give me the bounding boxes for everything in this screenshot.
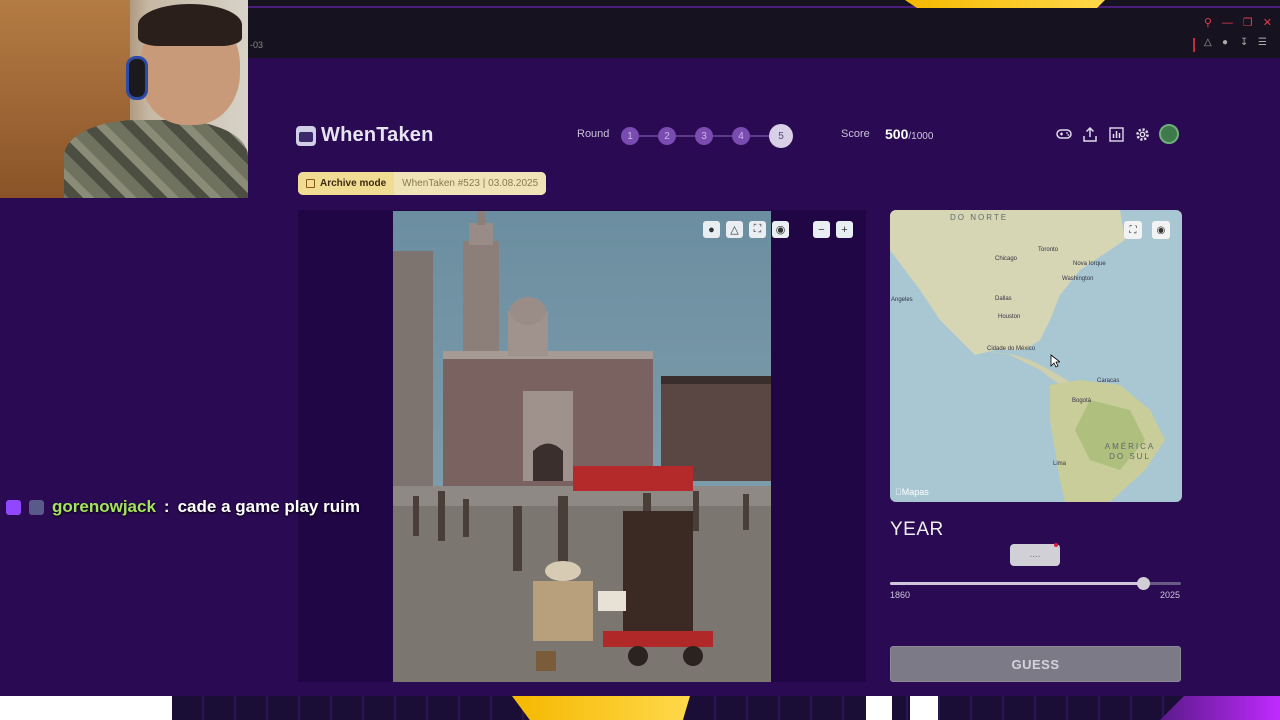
round-connector xyxy=(639,135,658,137)
guess-map[interactable]: DO NORTE Toronto Chicago Nova Iorque Was… xyxy=(890,210,1182,502)
gear-icon[interactable] xyxy=(1133,125,1151,143)
overlay-yellow-strip xyxy=(905,0,1105,8)
stream-bottom-overlay xyxy=(0,696,1280,720)
bulb-icon[interactable]: ● xyxy=(703,221,720,238)
gamepad-icon[interactable] xyxy=(1055,125,1073,143)
overlay-white-block xyxy=(910,696,938,720)
avatar[interactable] xyxy=(1159,124,1179,144)
round-dot-2[interactable]: 2 xyxy=(658,127,676,145)
map-label-dallas: Dallas xyxy=(995,296,1012,302)
twitch-badge-icon xyxy=(6,499,21,515)
webcam-person-shirt xyxy=(64,120,248,198)
warning-icon[interactable]: △ xyxy=(726,221,743,238)
overlay-yellow-block xyxy=(512,696,690,720)
map-focus-icon[interactable]: ◉ xyxy=(1152,221,1170,239)
overlay-white-block xyxy=(0,696,172,720)
search-icon[interactable]: ⚲ xyxy=(1204,16,1212,29)
overlay-grid xyxy=(172,696,1280,720)
map-label-washington: Washington xyxy=(1062,276,1094,282)
profile-icon[interactable]: ● xyxy=(1222,38,1232,48)
round-dot-1[interactable]: 1 xyxy=(621,127,639,145)
plaza-scene-image xyxy=(393,211,771,682)
download-icon[interactable]: ↧ xyxy=(1240,38,1250,48)
zoom-in-icon[interactable]: + xyxy=(836,221,853,238)
extension-icons: △ ● ↧ ☰ xyxy=(1204,38,1268,48)
map-label-mexico-city: Cidade do México xyxy=(987,346,1036,352)
round-photo[interactable] xyxy=(393,211,771,682)
map-label-chicago: Chicago xyxy=(995,256,1018,262)
chat-message: gorenowjack : cade a game play ruim xyxy=(6,497,360,517)
round-connector xyxy=(750,135,769,137)
archive-mode-tag[interactable]: Archive mode xyxy=(298,172,395,195)
overlay-white-block xyxy=(866,696,892,720)
chat-separator: : xyxy=(163,497,170,516)
guess-button[interactable]: GUESS xyxy=(890,646,1181,682)
score-label: Score xyxy=(841,128,870,140)
cursor-icon xyxy=(1050,354,1060,368)
chat-username: gorenowjack xyxy=(52,497,156,516)
map-fullscreen-icon[interactable]: ⛶ xyxy=(1124,221,1142,239)
map-label-bogota: Bogotá xyxy=(1072,398,1092,404)
map-label-houston: Houston xyxy=(998,314,1021,320)
year-slider-min: 1860 xyxy=(890,590,911,600)
chat-text: cade a game play ruim xyxy=(177,497,360,516)
round-dot-4[interactable]: 4 xyxy=(732,127,750,145)
map-attribution-text: Mapas xyxy=(895,487,929,497)
round-indicator: 1 2 3 4 5 xyxy=(621,124,793,148)
archive-info: WhenTaken #523 | 03.08.2025 xyxy=(394,172,547,195)
score-value: 500/1000 xyxy=(885,126,933,142)
webcam-overlay xyxy=(0,0,248,198)
stats-icon[interactable] xyxy=(1107,125,1125,143)
share-icon[interactable] xyxy=(1081,125,1099,143)
year-slider-thumb[interactable] xyxy=(1137,577,1151,590)
headset-icon xyxy=(126,56,148,100)
archive-mode-label: Archive mode xyxy=(320,178,387,189)
expand-icon[interactable]: ⛶ xyxy=(749,221,766,238)
year-input[interactable]: .... xyxy=(1010,543,1060,566)
year-slider-max: 2025 xyxy=(1160,590,1181,600)
puzzle-icon[interactable]: △ xyxy=(1204,38,1214,48)
calendar-logo-icon xyxy=(296,125,316,146)
year-title: YEAR xyxy=(890,519,944,540)
round-connector xyxy=(676,135,695,137)
year-slider-fill xyxy=(890,582,1144,585)
url-fragment: -03 xyxy=(250,40,264,50)
map-label-toronto: Toronto xyxy=(1038,247,1059,253)
map-label-south-america: AMÉRICA DO SUL xyxy=(1104,442,1156,461)
map-attribution: Mapas xyxy=(895,487,929,497)
zoom-out-icon[interactable]: − xyxy=(813,221,830,238)
logo-text: WhenTaken xyxy=(321,124,434,146)
stream-side-panel xyxy=(0,198,248,700)
close-icon[interactable]: ✕ xyxy=(1263,16,1272,29)
menu-icon[interactable]: ☰ xyxy=(1258,38,1268,48)
accent-line xyxy=(248,6,1280,8)
header-actions xyxy=(1055,124,1179,144)
score-number: 500 xyxy=(885,126,909,142)
restore-icon[interactable]: ❐ xyxy=(1243,16,1253,29)
extension-separator xyxy=(1193,38,1195,52)
round-dot-5[interactable]: 5 xyxy=(769,124,793,148)
round-label: Round xyxy=(577,128,610,140)
webcam-person-hair xyxy=(138,4,242,46)
archive-banner: Archive mode WhenTaken #523 | 03.08.2025 xyxy=(298,172,547,195)
calendar-icon xyxy=(306,179,315,188)
sub-badge-icon xyxy=(29,499,44,515)
window-controls: ⚲ — ❐ ✕ xyxy=(1204,16,1272,30)
map-label-lima: Lima xyxy=(1053,461,1067,467)
focus-icon[interactable]: ◉ xyxy=(772,221,789,238)
app-logo[interactable]: WhenTaken xyxy=(296,124,434,147)
map-label-north: DO NORTE xyxy=(950,213,1009,222)
minimize-icon[interactable]: — xyxy=(1222,17,1233,29)
round-connector xyxy=(713,135,732,137)
photo-toolbar: ● △ ⛶ ◉ − + xyxy=(703,221,853,238)
score-max: /1000 xyxy=(908,131,934,142)
map-label-los-angeles: Angeles xyxy=(891,297,913,303)
year-slider[interactable] xyxy=(890,577,1181,590)
map-label-caracas: Caracas xyxy=(1097,378,1120,384)
toolbar-gap xyxy=(795,221,807,238)
map-label-new-york: Nova Iorque xyxy=(1073,261,1106,267)
round-dot-3[interactable]: 3 xyxy=(695,127,713,145)
